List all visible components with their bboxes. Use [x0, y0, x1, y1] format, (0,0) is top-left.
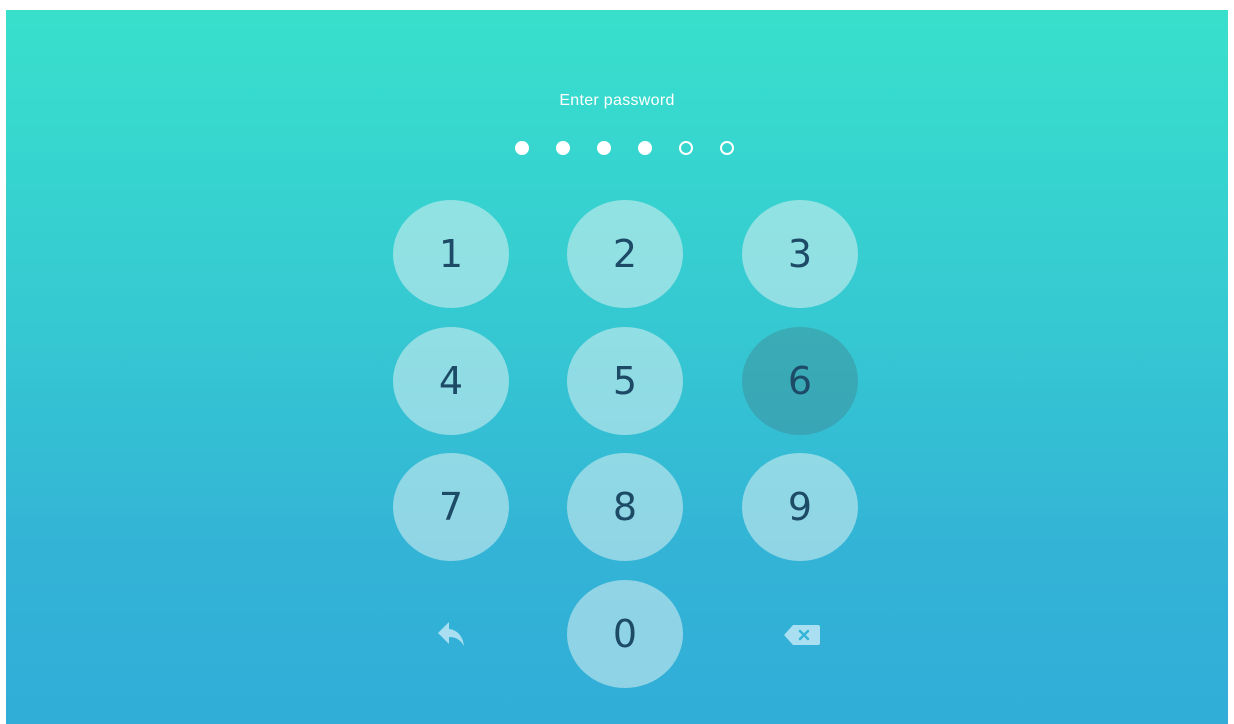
- password-dot-filled: [638, 141, 652, 155]
- key-9[interactable]: 9: [742, 453, 858, 561]
- key-2[interactable]: 2: [567, 200, 683, 308]
- key-4[interactable]: 4: [393, 327, 509, 435]
- backspace-icon: [784, 625, 820, 645]
- password-dot-filled: [556, 141, 570, 155]
- password-dot-filled: [597, 141, 611, 155]
- reply-arrow-icon: [438, 622, 464, 646]
- delete-button[interactable]: [782, 615, 822, 655]
- key-0[interactable]: 0: [567, 580, 683, 688]
- password-dot-empty: [679, 141, 693, 155]
- lock-screen: Enter password 1 2 3 4 5 6 7 8 9 0: [6, 10, 1228, 724]
- back-button[interactable]: [432, 615, 472, 655]
- password-dot-empty: [720, 141, 734, 155]
- key-7[interactable]: 7: [393, 453, 509, 561]
- key-5[interactable]: 5: [567, 327, 683, 435]
- page-title: Enter password: [559, 92, 675, 109]
- password-dot-filled: [515, 141, 529, 155]
- key-1[interactable]: 1: [393, 200, 509, 308]
- key-3[interactable]: 3: [742, 200, 858, 308]
- key-6[interactable]: 6: [742, 327, 858, 435]
- password-indicator: [515, 141, 734, 155]
- key-8[interactable]: 8: [567, 453, 683, 561]
